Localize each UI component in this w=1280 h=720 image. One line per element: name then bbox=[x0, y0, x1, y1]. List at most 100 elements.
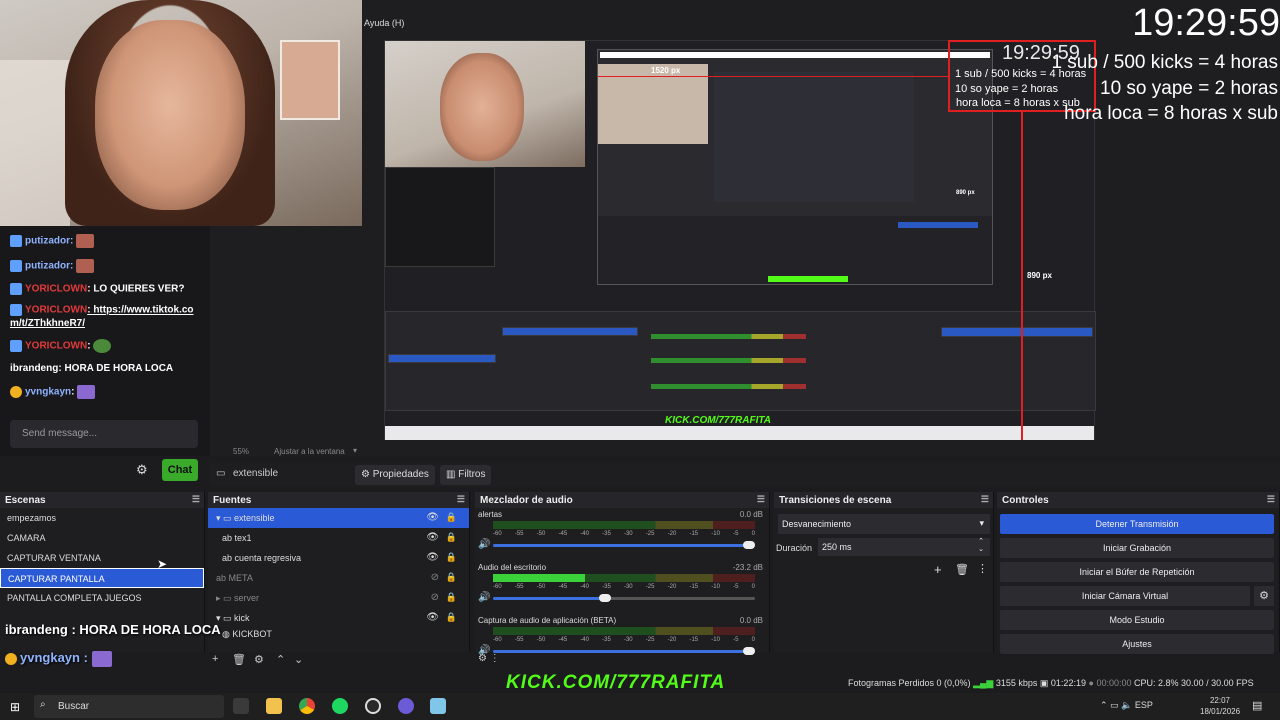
discord-icon[interactable] bbox=[398, 698, 414, 714]
taskbar-clock[interactable]: 22:07 18/01/2026 bbox=[1200, 695, 1240, 717]
dock-menu-icon[interactable]: ☰ bbox=[1267, 494, 1275, 505]
eye-icon[interactable]: 👁 bbox=[426, 612, 439, 623]
spin-icon[interactable]: ⌃ ⌄ bbox=[978, 538, 984, 554]
network-icon[interactable]: ▭ bbox=[1110, 700, 1119, 710]
settings-button[interactable]: Ajustes bbox=[1000, 634, 1274, 654]
webcam-poster bbox=[280, 40, 340, 120]
add-icon[interactable]: + bbox=[212, 653, 218, 665]
more-icon[interactable]: ⋮ bbox=[490, 653, 500, 664]
file-explorer-icon[interactable] bbox=[266, 698, 282, 714]
source-item[interactable]: ab META ⊘ 🔒 bbox=[208, 568, 469, 588]
volume-slider-knob[interactable] bbox=[743, 647, 755, 655]
chat-username[interactable]: yvngkayn bbox=[25, 387, 71, 398]
source-item[interactable]: ▸ ▭ server ⊘ 🔒 bbox=[208, 588, 469, 608]
obs-icon[interactable] bbox=[365, 698, 381, 714]
signal-icon: ▂▄▆ bbox=[973, 678, 994, 688]
scene-item[interactable]: PANTALLA COMPLETA JUEGOS bbox=[0, 588, 204, 608]
gear-icon[interactable]: ⚙ bbox=[254, 653, 264, 666]
chevron-down-icon[interactable]: ⌄ bbox=[294, 653, 303, 666]
eye-icon[interactable]: 👁 bbox=[426, 532, 439, 543]
scene-item-selected[interactable]: CAPTURAR PANTALLA bbox=[0, 568, 204, 588]
chevron-up-icon[interactable]: ⌃ bbox=[1100, 700, 1108, 710]
lock-icon[interactable]: 🔒 bbox=[446, 612, 457, 623]
badge-icon bbox=[10, 340, 22, 352]
volume-slider-knob[interactable] bbox=[743, 541, 755, 549]
start-replay-buffer-button[interactable]: Iniciar el Búfer de Repetición bbox=[1000, 562, 1274, 582]
dock-menu-icon[interactable]: ☰ bbox=[192, 494, 200, 505]
stop-streaming-button[interactable]: Detener Transmisión bbox=[1000, 514, 1274, 534]
lock-icon[interactable]: 🔒 bbox=[446, 552, 457, 563]
scene-item[interactable]: CAMARA bbox=[0, 528, 204, 548]
audio-mixer-dock: Mezclador de audio ☰ alertas 0.0 dB -60 -55 -… bbox=[475, 492, 770, 656]
chat-username[interactable]: ibrandeng bbox=[10, 363, 58, 374]
lock-icon[interactable]: 🔒 bbox=[446, 532, 457, 543]
spotify-icon[interactable] bbox=[332, 698, 348, 714]
source-name: server bbox=[234, 593, 260, 603]
app-icon[interactable] bbox=[430, 698, 446, 714]
chat-link[interactable]: : https://www.tiktok.co bbox=[87, 305, 193, 316]
start-virtual-camera-button[interactable]: Iniciar Cámara Virtual bbox=[1000, 586, 1250, 606]
volume-slider[interactable] bbox=[493, 541, 755, 549]
chat-send-input[interactable]: Send message... bbox=[10, 420, 198, 448]
menu-help[interactable]: Ayuda (H) bbox=[364, 18, 404, 28]
dock-menu-icon[interactable]: ☰ bbox=[757, 494, 765, 505]
source-item[interactable]: ◍ KICKBOT bbox=[208, 628, 469, 640]
chat-username[interactable]: putizador: bbox=[25, 261, 73, 272]
scene-item[interactable]: CAPTURAR VENTANA bbox=[0, 548, 204, 568]
chevron-down-icon[interactable]: ▾ bbox=[353, 446, 357, 455]
source-item-selected[interactable]: ▾ ▭ extensible 👁 🔒 bbox=[208, 508, 469, 528]
chrome-icon[interactable] bbox=[299, 698, 315, 714]
volume-icon[interactable]: 🔈 bbox=[1121, 700, 1132, 710]
gear-icon[interactable]: ⚙ bbox=[1254, 586, 1274, 606]
transition-select[interactable]: Desvanecimiento ▾ bbox=[778, 514, 990, 534]
chat-username[interactable]: YORICLOWN bbox=[25, 341, 87, 352]
lock-icon[interactable]: 🔒 bbox=[446, 592, 457, 603]
speaker-icon[interactable]: 🔊 bbox=[478, 592, 490, 603]
studio-mode-button[interactable]: Modo Estudio bbox=[1000, 610, 1274, 630]
chat-link[interactable]: m/t/ZThkhneR7/ bbox=[10, 318, 85, 329]
expand-icon[interactable]: ▸ ▭ bbox=[216, 593, 234, 603]
chat-username[interactable]: YORICLOWN bbox=[25, 284, 87, 295]
taskbar-search[interactable]: ⌕ Buscar bbox=[34, 695, 224, 718]
chat-send-button[interactable]: Chat bbox=[162, 459, 198, 481]
eye-icon[interactable]: 👁 bbox=[426, 552, 439, 563]
eye-off-icon[interactable]: ⊘ bbox=[431, 592, 439, 603]
lock-icon[interactable]: 🔒 bbox=[446, 512, 457, 523]
add-icon[interactable]: + bbox=[934, 562, 942, 577]
speaker-icon[interactable]: 🔊 bbox=[478, 539, 490, 550]
volume-slider[interactable] bbox=[493, 594, 755, 602]
language-indicator[interactable]: ESP bbox=[1135, 700, 1153, 710]
mixer-settings-icon[interactable]: ⚙ bbox=[478, 653, 487, 664]
eye-icon[interactable]: 👁 bbox=[426, 512, 439, 523]
gear-icon[interactable]: ⚙ bbox=[136, 462, 148, 478]
volume-slider-knob[interactable] bbox=[598, 594, 611, 602]
filters-button[interactable]: ▥ Filtros bbox=[440, 465, 492, 485]
more-icon[interactable]: ⋮ bbox=[977, 562, 988, 575]
trash-icon[interactable]: 🗑 bbox=[232, 653, 246, 666]
task-view-icon[interactable] bbox=[233, 698, 249, 714]
properties-button[interactable]: ⚙ Propiedades bbox=[355, 465, 435, 485]
dock-menu-icon[interactable]: ☰ bbox=[457, 494, 465, 505]
source-item[interactable]: ab cuenta regresiva 👁 🔒 bbox=[208, 548, 469, 568]
source-item[interactable]: ▾ ▭ kick 👁 🔒 bbox=[208, 608, 469, 628]
volume-slider[interactable] bbox=[493, 647, 755, 655]
expand-icon[interactable]: ▾ ▭ bbox=[216, 513, 234, 523]
zoom-level[interactable]: 55% bbox=[233, 447, 249, 456]
zoom-fit[interactable]: Ajustar a la ventana bbox=[274, 447, 345, 456]
windows-start-icon[interactable]: ⊞ bbox=[10, 700, 20, 714]
scene-item[interactable]: empezamos bbox=[0, 508, 204, 528]
chevron-up-icon[interactable]: ⌃ bbox=[276, 653, 285, 666]
source-icon: ▭ bbox=[216, 468, 226, 479]
duration-input[interactable]: 250 ms ⌃ ⌄ bbox=[818, 538, 990, 556]
trash-icon[interactable]: 🗑 bbox=[955, 563, 969, 576]
lock-icon[interactable]: 🔒 bbox=[446, 572, 457, 583]
chat-username[interactable]: YORICLOWN bbox=[25, 305, 87, 316]
dock-menu-icon[interactable]: ☰ bbox=[981, 494, 989, 505]
notification-icon[interactable]: ▤ bbox=[1252, 699, 1262, 712]
chat-username[interactable]: putizador: bbox=[25, 236, 73, 247]
source-item[interactable]: ab tex1 👁 🔒 bbox=[208, 528, 469, 548]
controls-title: Controles bbox=[1002, 495, 1049, 506]
bitrate: 3155 kbps bbox=[995, 678, 1038, 688]
start-recording-button[interactable]: Iniciar Grabación bbox=[1000, 538, 1274, 558]
eye-off-icon[interactable]: ⊘ bbox=[431, 572, 439, 583]
